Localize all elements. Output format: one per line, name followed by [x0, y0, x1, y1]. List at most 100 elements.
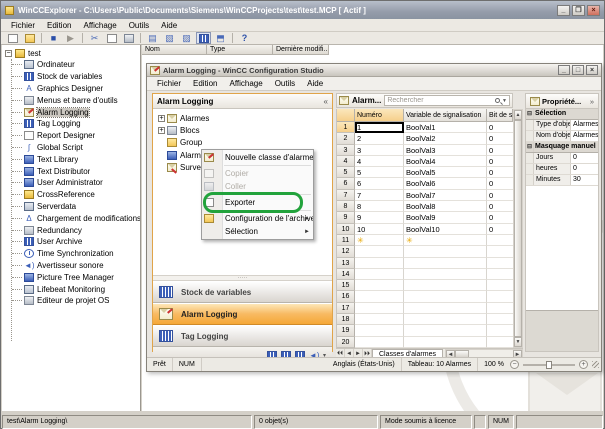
row-number[interactable]: 14 [337, 269, 355, 280]
cell-bit[interactable] [487, 246, 513, 257]
cell-variable[interactable] [404, 337, 487, 348]
sidebar-item-avertisseur-sonore[interactable]: ◄)Avertisseur sonore [2, 260, 140, 272]
zoom-in-button[interactable]: + [579, 360, 588, 369]
inner-title-bar[interactable]: Alarm Logging - WinCC Configuration Stud… [147, 64, 601, 77]
nav-button-tag-logging[interactable]: Tag Logging [153, 325, 332, 347]
sidebar-item-global-script[interactable]: ∫Global Script [2, 142, 140, 154]
cell-variable[interactable]: BoolVal2 [404, 133, 487, 144]
sidebar-item-user-administrator[interactable]: User Administrator [2, 177, 140, 189]
collapse-expander-icon[interactable]: − [5, 50, 12, 57]
inner-menu-affichage[interactable]: Affichage [223, 78, 268, 89]
cell-numero[interactable]: 5 [355, 167, 404, 178]
property-value[interactable]: 30 [571, 175, 598, 185]
property-value[interactable]: 0 [571, 164, 598, 174]
context-menu-item-nouvelle-classe-d-alarmes[interactable]: Nouvelle classe d'alarmes [202, 151, 313, 164]
small-icons-icon[interactable]: ▧ [162, 32, 177, 44]
cell-bit[interactable] [487, 303, 513, 314]
outer-title-bar[interactable]: WinCCExplorer - C:\Users\Public\Document… [1, 1, 604, 19]
search-placeholder[interactable]: Rechercher [387, 97, 495, 104]
cell-bit[interactable]: 0 [487, 190, 513, 201]
minimize-button[interactable]: _ [557, 5, 570, 16]
cell-variable[interactable]: BoolVal7 [404, 190, 487, 201]
expand-icon[interactable]: + [158, 127, 165, 134]
row-number[interactable]: 9 [337, 212, 355, 223]
inner-menu-fichier[interactable]: Fichier [151, 78, 187, 89]
cell-variable[interactable] [404, 303, 487, 314]
alarm-tree-item-alarmes[interactable]: +Alarmes [153, 112, 332, 124]
cell-variable[interactable]: BoolVal4 [404, 156, 487, 167]
row-number-header[interactable] [337, 109, 355, 122]
sidebar-item-menus-et-barre-d-outils[interactable]: Menus et barre d'outils [2, 94, 140, 106]
cell-variable[interactable]: ✳ [404, 235, 487, 246]
sidebar-item-stock-de-variables[interactable]: Stock de variables [2, 71, 140, 83]
column-header-numero[interactable]: Numéro [355, 109, 404, 122]
close-button[interactable]: × [587, 5, 600, 16]
inner-menu-outils[interactable]: Outils [269, 78, 301, 89]
collapse-section-icon[interactable]: ⊟ [526, 109, 534, 119]
cell-numero[interactable]: ✳ [355, 235, 404, 246]
activate-runtime-icon[interactable]: ■ [46, 32, 61, 44]
property-section-s-lection[interactable]: ⊟Sélection [526, 109, 598, 120]
cell-bit[interactable]: 0 [487, 145, 513, 156]
inner-menu-aide[interactable]: Aide [301, 78, 329, 89]
collapse-section-icon[interactable]: ⊟ [526, 142, 534, 152]
cell-variable[interactable]: BoolVal1 [404, 122, 487, 133]
sidebar-item-redundancy[interactable]: Redundancy [2, 224, 140, 236]
row-number[interactable]: 10 [337, 224, 355, 235]
sidebar-item-ordinateur[interactable]: Ordinateur [2, 59, 140, 71]
sidebar-item-crossreference[interactable]: CrossReference [2, 189, 140, 201]
resize-grip[interactable] [592, 361, 599, 368]
restore-button[interactable]: ❐ [572, 5, 585, 16]
row-number[interactable]: 1 [337, 122, 355, 133]
sidebar-item-user-archive[interactable]: User Archive [2, 236, 140, 248]
cell-numero[interactable]: 9 [355, 212, 404, 223]
cell-bit[interactable]: 0 [487, 178, 513, 189]
cell-bit[interactable]: 0 [487, 167, 513, 178]
cell-variable[interactable] [404, 314, 487, 325]
cell-numero[interactable] [355, 337, 404, 348]
row-number[interactable]: 13 [337, 258, 355, 269]
sidebar-item-text-library[interactable]: Text Library [2, 153, 140, 165]
cell-variable[interactable] [404, 280, 487, 291]
row-number[interactable]: 20 [337, 337, 355, 348]
cell-numero[interactable] [355, 291, 404, 302]
cell-variable[interactable]: BoolVal8 [404, 201, 487, 212]
cell-bit[interactable]: 0 [487, 133, 513, 144]
search-dropdown-icon[interactable]: ▼ [502, 98, 507, 104]
sidebar-item-report-designer[interactable]: Report Designer [2, 130, 140, 142]
deactivate-runtime-icon[interactable]: ▶ [63, 32, 78, 44]
cell-variable[interactable] [404, 291, 487, 302]
row-number[interactable]: 4 [337, 156, 355, 167]
cell-numero[interactable] [355, 280, 404, 291]
row-number[interactable]: 19 [337, 325, 355, 336]
status-language[interactable]: Anglais (États-Unis) [327, 358, 402, 371]
property-section-masquage-manuel[interactable]: ⊟Masquage manuel [526, 142, 598, 153]
cell-bit[interactable]: 0 [487, 224, 513, 235]
cell-variable[interactable]: BoolVal6 [404, 178, 487, 189]
table-vertical-scrollbar[interactable]: ▲ ▼ [513, 109, 523, 348]
row-number[interactable]: 12 [337, 246, 355, 257]
outer-menu-aide[interactable]: Aide [155, 20, 183, 31]
cell-numero[interactable]: 1 [355, 122, 404, 133]
outer-menu-outils[interactable]: Outils [123, 20, 155, 31]
sidebar-item-serverdata[interactable]: Serverdata [2, 201, 140, 213]
cell-numero[interactable] [355, 258, 404, 269]
sidebar-item-lifebeat-monitoring[interactable]: Lifebeat Monitoring [2, 283, 140, 295]
cell-bit[interactable]: 0 [487, 212, 513, 223]
cell-numero[interactable]: 6 [355, 178, 404, 189]
list-column-nom[interactable]: Nom [142, 45, 207, 55]
paste-icon[interactable] [121, 32, 136, 44]
collapse-panel-icon[interactable]: « [324, 97, 328, 106]
sidebar-item-graphics-designer[interactable]: AGraphics Designer [2, 83, 140, 95]
property-value[interactable]: 0 [571, 153, 598, 163]
cut-icon[interactable]: ✂ [87, 32, 102, 44]
cell-bit[interactable] [487, 337, 513, 348]
cell-bit[interactable] [487, 314, 513, 325]
scroll-down-icon[interactable]: ▼ [514, 337, 522, 347]
project-tree-pane[interactable]: −testOrdinateurStock de variablesAGraphi… [2, 45, 141, 411]
row-number[interactable]: 2 [337, 133, 355, 144]
cell-numero[interactable] [355, 314, 404, 325]
cell-bit[interactable]: 0 [487, 156, 513, 167]
outer-menu-fichier[interactable]: Fichier [5, 20, 41, 31]
copy-icon[interactable] [104, 32, 119, 44]
